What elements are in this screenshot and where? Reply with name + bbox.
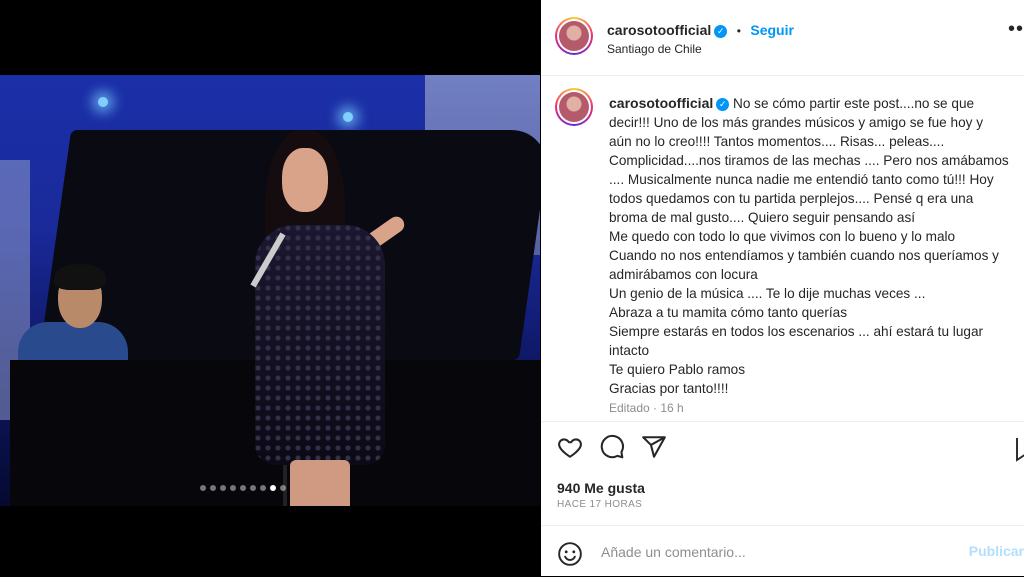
header-username[interactable]: carosotoofficial — [607, 22, 711, 38]
stage-light — [343, 112, 353, 122]
caption-line: intacto — [609, 343, 650, 358]
carousel-dot[interactable] — [250, 485, 256, 491]
verified-badge-icon: ✓ — [714, 25, 728, 38]
caption-text: carosotoofficial ✓ No se cómo partir este… — [609, 94, 1024, 398]
carousel-dot[interactable] — [200, 485, 206, 491]
carousel-dot[interactable] — [210, 485, 216, 491]
likes-count[interactable]: 940 Me gusta — [557, 480, 645, 496]
heart-icon[interactable] — [557, 434, 583, 460]
caption-line: todos quedamos con tu partida perplejos.… — [609, 191, 974, 206]
caption-line: aún no lo creo!!!! Tantos momentos.... R… — [609, 134, 945, 149]
caption-line: admirábamos con locura — [609, 267, 758, 282]
stage-light — [98, 97, 108, 107]
avatar-image — [559, 92, 589, 122]
separator-dot: • — [736, 24, 741, 38]
carousel-dot[interactable] — [220, 485, 226, 491]
caption-line: Me quedo con todo lo que vivimos con lo … — [609, 229, 956, 244]
caption-line: Un genio de la música .... Te lo dije mu… — [609, 286, 926, 301]
caption-line: .... Musicalmente nunca nadie me entendi… — [609, 172, 994, 187]
avatar[interactable] — [555, 17, 593, 55]
carousel-dot[interactable] — [240, 485, 246, 491]
comment-input[interactable] — [599, 538, 983, 566]
verified-badge-icon: ✓ — [716, 98, 730, 111]
comment-icon[interactable] — [599, 434, 625, 460]
carousel-dot[interactable] — [260, 485, 266, 491]
caption-line: Gracias por tanto!!!! — [609, 381, 729, 396]
carousel-dot[interactable] — [230, 485, 236, 491]
caption-line: carosotoofficial ✓ No se cómo partir este… — [609, 95, 975, 111]
bookmark-icon[interactable] — [1016, 436, 1024, 467]
caption-section: carosotoofficial ✓ No se cómo partir este… — [541, 76, 1024, 422]
post-timestamp: HACE 17 HORAS — [557, 499, 643, 510]
caption-line: Te quiero Pablo ramos — [609, 362, 746, 377]
comment-bar: Publicar — [541, 525, 1024, 577]
post-details-panel: carosotoofficial ✓ • Seguir Santiago de C… — [541, 0, 1024, 576]
caption-line: Cuando no nos entendíamos y también cuan… — [609, 248, 999, 263]
follow-button[interactable]: Seguir — [750, 22, 794, 38]
caption-username[interactable]: carosotoofficial — [609, 95, 713, 111]
post-photo[interactable] — [0, 75, 540, 506]
caption-line: Siempre estarás en todos los escenarios … — [609, 324, 984, 339]
share-icon[interactable] — [641, 434, 667, 460]
carousel-dot[interactable] — [280, 485, 286, 491]
caption-line: broma de mal gusto.... Quiero seguir pen… — [609, 210, 916, 225]
caption-line: decir!!! Uno de los más grandes músicos … — [609, 115, 984, 130]
post-media-pane — [0, 0, 540, 576]
post-header: carosotoofficial ✓ • Seguir Santiago de C… — [541, 0, 1024, 76]
caption-line: Abraza a tu mamita cómo tanto querías — [609, 305, 848, 320]
publish-button[interactable]: Publicar — [969, 543, 1024, 559]
emoji-icon[interactable] — [557, 541, 583, 572]
location-link[interactable]: Santiago de Chile — [607, 42, 702, 56]
carousel-dot[interactable] — [270, 485, 276, 491]
avatar-image — [559, 21, 589, 51]
carousel-indicator — [200, 485, 286, 491]
edited-timestamp: Editado · 16 h — [609, 401, 684, 415]
action-bar — [557, 434, 667, 460]
singer-figure — [210, 130, 408, 506]
caption-avatar[interactable] — [555, 88, 593, 126]
header-user-line: carosotoofficial ✓ • Seguir — [607, 22, 794, 40]
caption-line: Complicidad....nos tiramos de las mechas… — [609, 153, 1009, 168]
more-icon[interactable]: ••• — [1008, 18, 1024, 41]
